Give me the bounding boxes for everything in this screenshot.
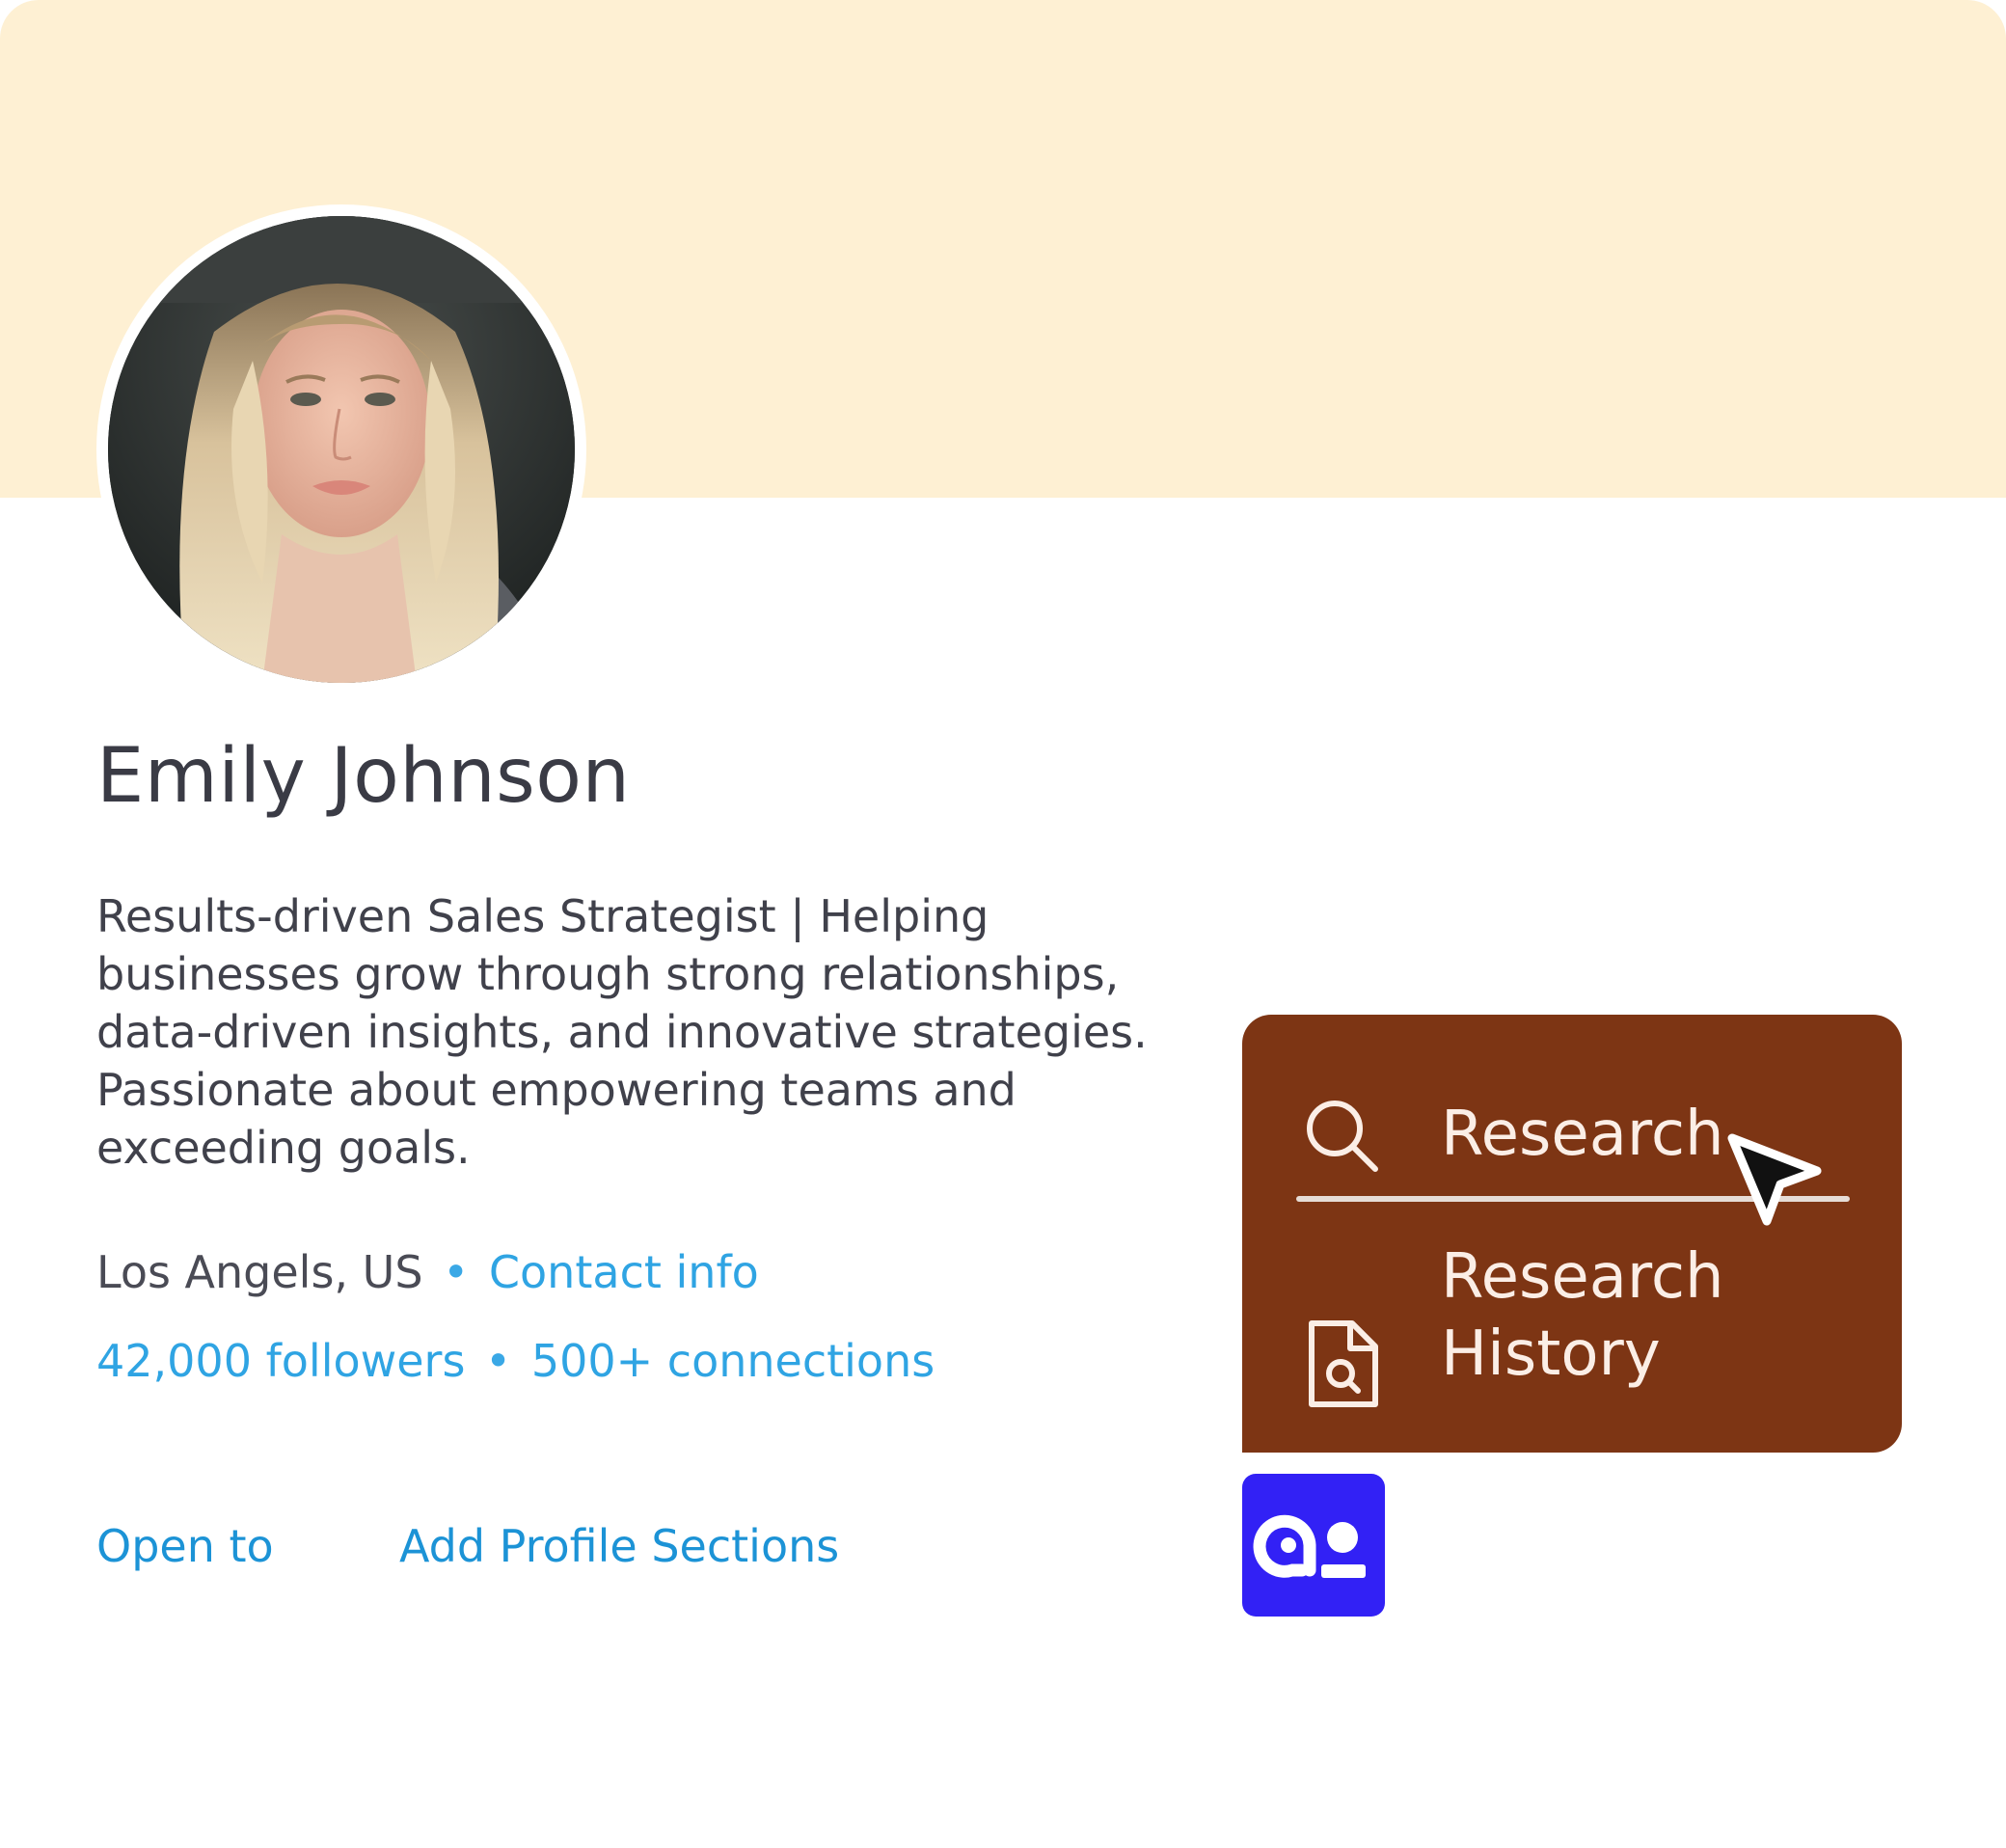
stats-line: 42,000 followers • 500+ connections bbox=[96, 1335, 935, 1387]
add-profile-sections-button[interactable]: Add Profile Sections bbox=[399, 1520, 839, 1572]
menu-item-label: Research bbox=[1441, 1099, 1724, 1170]
profile-name: Emily Johnson bbox=[96, 733, 631, 820]
stats-separator: • bbox=[485, 1335, 512, 1387]
menu-item-label: Research History bbox=[1441, 1241, 1724, 1390]
location-separator: • bbox=[443, 1246, 470, 1298]
avatar-ring bbox=[96, 204, 586, 694]
avatar[interactable] bbox=[108, 216, 575, 683]
profile-card: Emily Johnson Results-driven Sales Strat… bbox=[0, 0, 2006, 1848]
location-text: Los Angels, US bbox=[96, 1246, 423, 1298]
followers-link[interactable]: 42,000 followers bbox=[96, 1335, 465, 1387]
contact-info-link[interactable]: Contact info bbox=[489, 1246, 759, 1298]
app-logo-icon[interactable] bbox=[1242, 1474, 1385, 1617]
profile-headline: Results-driven Sales Strategist | Helpin… bbox=[96, 890, 1148, 1174]
cursor-arrow-icon bbox=[1726, 1132, 1823, 1233]
open-to-button[interactable]: Open to bbox=[96, 1520, 274, 1572]
menu-item-research-history[interactable]: Research History bbox=[1242, 1238, 1902, 1412]
avatar-photo bbox=[108, 216, 575, 683]
location-line: Los Angels, US • Contact info bbox=[96, 1246, 759, 1298]
connections-link[interactable]: 500+ connections bbox=[531, 1335, 935, 1387]
document-search-icon bbox=[1302, 1318, 1383, 1414]
search-icon bbox=[1302, 1096, 1383, 1181]
research-popup-menu: Research Research History bbox=[1242, 1015, 1902, 1453]
